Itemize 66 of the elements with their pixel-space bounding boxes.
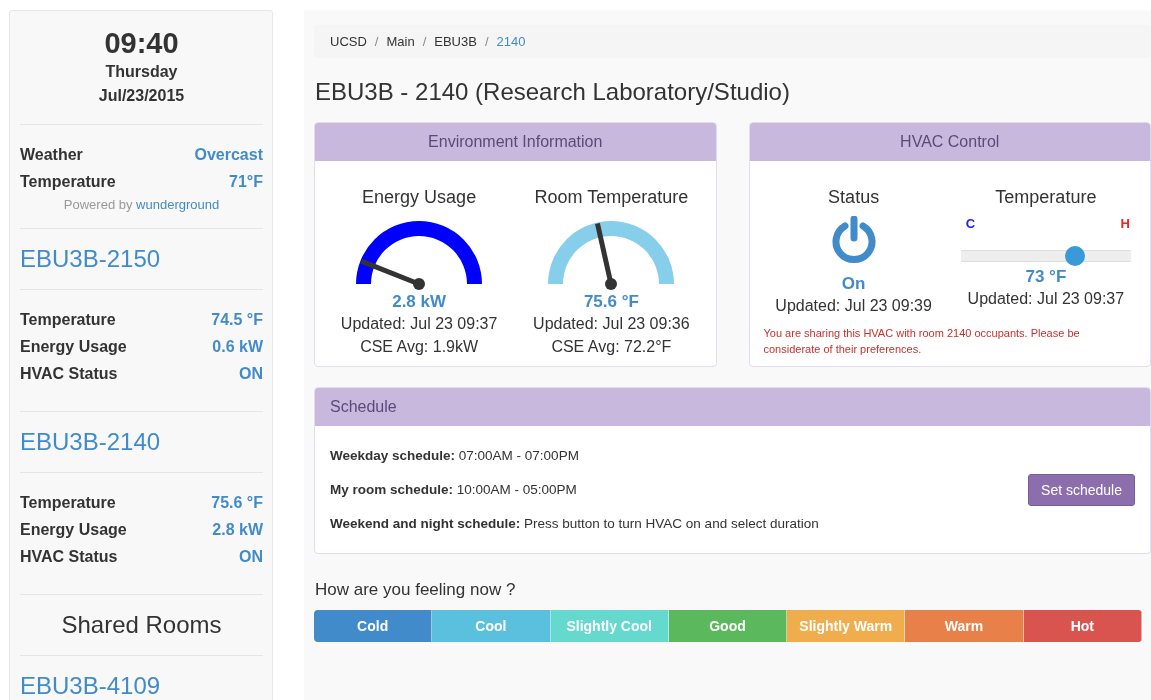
- day-label: Thursday: [104, 62, 179, 82]
- room-link[interactable]: EBU3B-2150: [20, 245, 263, 273]
- gauge-reading: 75.6 °F: [583, 292, 639, 312]
- room-stat-value: ON: [239, 547, 263, 567]
- setpoint-reading: 73 °F: [1025, 267, 1067, 287]
- gauge-title: Energy Usage: [362, 187, 477, 208]
- weather-value: Overcast: [194, 145, 263, 165]
- weather-label: Temperature: [20, 172, 116, 192]
- slider-thumb[interactable]: [1064, 246, 1085, 266]
- weather-label: Weather: [20, 145, 83, 165]
- room-stat-label: Energy Usage: [20, 337, 127, 357]
- breadcrumb-separator: /: [373, 34, 380, 49]
- schedule-line: Weekend and night schedule: Press button to turn HVAC on and select duration: [330, 516, 820, 531]
- room-stat-label: HVAC Status: [20, 547, 118, 567]
- updated-text: Updated: Jul 23 09:39: [775, 296, 932, 316]
- temperature-title: Temperature: [995, 187, 1097, 208]
- schedule-line: My room schedule: 10:00AM - 05:00PM: [330, 482, 578, 497]
- status-value: On: [841, 274, 866, 294]
- feeling-option[interactable]: Hot: [1023, 610, 1142, 642]
- breadcrumb-link[interactable]: UCSD: [330, 34, 367, 49]
- room-stat-label: HVAC Status: [20, 364, 118, 384]
- status-title: Status: [828, 187, 880, 208]
- feeling-question: How are you feeling now ?: [315, 580, 517, 600]
- room-link[interactable]: EBU3B-2140: [20, 428, 263, 456]
- power-icon[interactable]: [829, 216, 878, 266]
- updated-text: Updated: Jul 23 09:37: [340, 314, 498, 334]
- clock-time: 09:40: [103, 27, 180, 60]
- shared-rooms-heading: Shared Rooms: [60, 611, 223, 639]
- room-link[interactable]: EBU3B-4109: [20, 672, 263, 700]
- average-text: CSE Avg: 1.9kW: [360, 337, 479, 357]
- page-title: EBU3B - 2140 (Research Laboratory/Studio): [315, 78, 791, 106]
- feeling-option[interactable]: Cool: [432, 610, 551, 642]
- room-stat-value: 74.5 °F: [211, 310, 263, 330]
- gauge-title: Room Temperature: [534, 187, 689, 208]
- breadcrumb-link[interactable]: Main: [386, 34, 415, 49]
- average-text: CSE Avg: 72.2°F: [551, 337, 672, 357]
- weather-value: 71°F: [229, 172, 263, 192]
- room-stat-label: Temperature: [20, 310, 116, 330]
- sharing-notice: You are sharing this HVAC with room 2140 occupants. Please be considerate of their preferences.: [762, 326, 1081, 357]
- date-label: Jul/23/2015: [97, 86, 186, 106]
- breadcrumb-separator: /: [483, 34, 490, 49]
- card-header: Schedule: [315, 388, 1150, 426]
- room-stat-value: 75.6 °F: [211, 493, 263, 513]
- gauge-reading: 2.8 kW: [392, 292, 447, 312]
- powered-by-text: Powered by: [63, 197, 133, 212]
- room-stat-label: Temperature: [20, 493, 116, 513]
- hot-label: H: [1120, 216, 1130, 231]
- schedule-line: Weekday schedule: 07:00AM - 07:00PM: [330, 448, 580, 463]
- breadcrumb-link[interactable]: EBU3B: [434, 34, 477, 49]
- cold-label: C: [965, 216, 976, 231]
- breadcrumb-separator: /: [421, 34, 428, 49]
- feeling-option[interactable]: Good: [668, 610, 788, 642]
- breadcrumb-link[interactable]: 2140: [496, 34, 526, 49]
- feeling-option[interactable]: Cold: [314, 610, 433, 642]
- card-header: HVAC Control: [749, 123, 1150, 161]
- room-stat-value: 2.8 kW: [212, 520, 263, 540]
- card-header: Environment Information: [315, 123, 716, 161]
- set-schedule-button[interactable]: Set schedule: [1028, 473, 1135, 506]
- wunderground-link[interactable]: wunderground: [136, 197, 220, 212]
- room-stat-label: Energy Usage: [20, 520, 127, 540]
- room-stat-value: ON: [239, 364, 263, 384]
- updated-text: Updated: Jul 23 09:36: [533, 314, 690, 334]
- feeling-option[interactable]: Warm: [905, 610, 1024, 642]
- room-stat-value: 0.6 kW: [212, 337, 263, 357]
- feeling-option[interactable]: Slightly Warm: [787, 610, 906, 642]
- updated-text: Updated: Jul 23 09:37: [967, 289, 1125, 309]
